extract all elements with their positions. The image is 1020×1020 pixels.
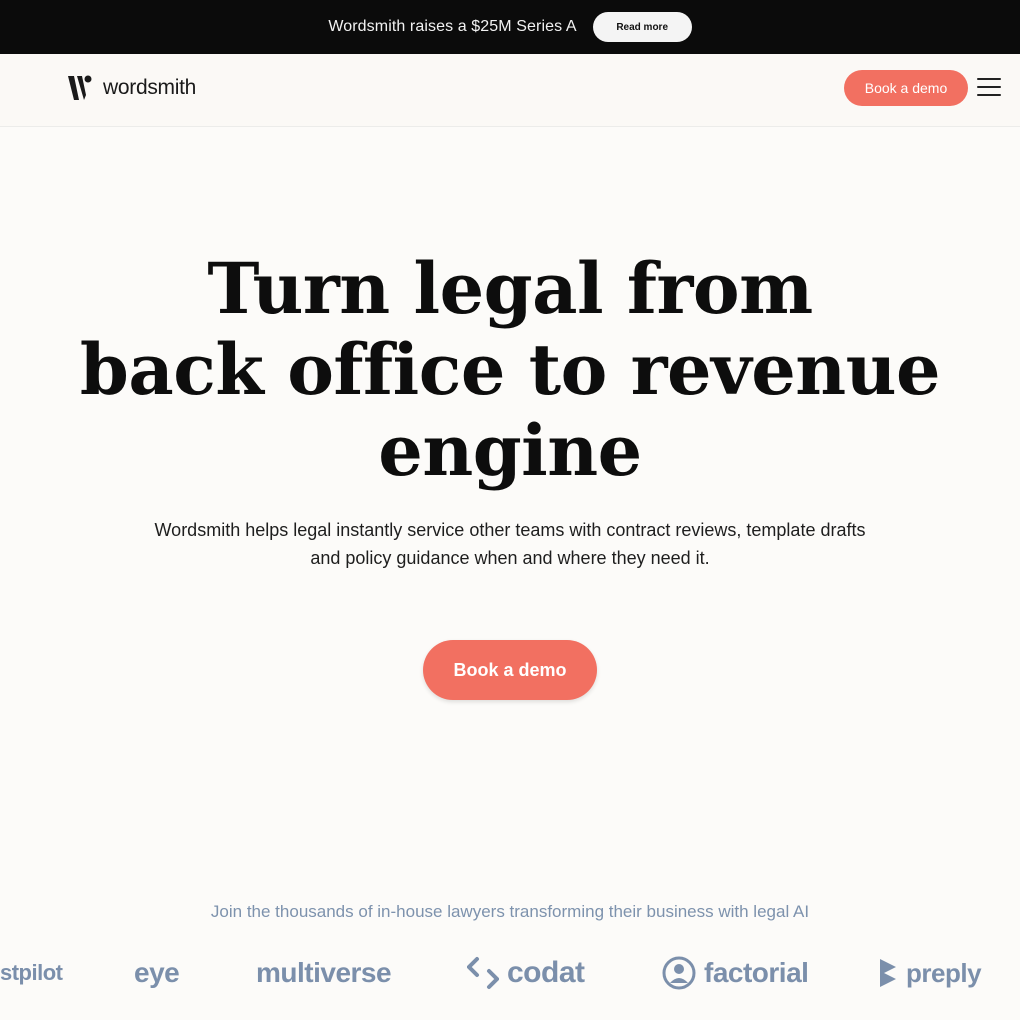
factorial-wordmark: factorial [704,957,809,988]
header-book-demo-button[interactable]: Book a demo [844,70,968,106]
social-proof-heading: Join the thousands of in-house lawyers t… [210,902,810,921]
preply-logo: preply [878,948,982,998]
preply-mark-icon [880,959,896,987]
read-more-button[interactable]: Read more [592,12,692,42]
customer-logos: stpilot eye multiverse codat factorial p… [0,948,1020,998]
trustpilot-wordmark: stpilot [0,960,63,985]
logo-wordmark: wordsmith [103,76,196,99]
codat-logo: codat [467,948,585,998]
logo-link[interactable]: wordsmith [67,75,196,101]
trustpilot-logo: stpilot [0,948,63,998]
site-header: wordsmith Book a demo [0,54,1020,127]
announcement-bar: Wordsmith raises a $25M Series A Read mo… [0,0,1020,54]
hero-book-demo-button[interactable]: Book a demo [423,640,597,700]
multiverse-wordmark: multiverse [256,957,392,988]
hero-title-line: back office to revenue [79,328,941,411]
eye-logo: eye [134,948,180,998]
multiverse-logo: multiverse [256,948,392,998]
hero-subtitle: Wordsmith helps legal instantly service … [154,520,866,568]
codat-wordmark: codat [507,956,585,989]
wordsmith-logo-icon [68,75,92,100]
preply-wordmark: preply [906,957,982,988]
codat-mark-icon [467,957,499,989]
announcement-text: Wordsmith raises a $25M Series A [328,18,577,35]
hamburger-menu-icon[interactable] [977,78,1003,98]
factorial-logo: factorial [662,948,809,998]
hero-title-line: engine [378,409,642,492]
hero-title-line: Turn legal from [207,247,813,330]
hero-title: Turn legal from back office to revenue e… [0,248,1020,491]
factorial-mark-icon [662,956,696,990]
eye-wordmark: eye [134,957,180,988]
